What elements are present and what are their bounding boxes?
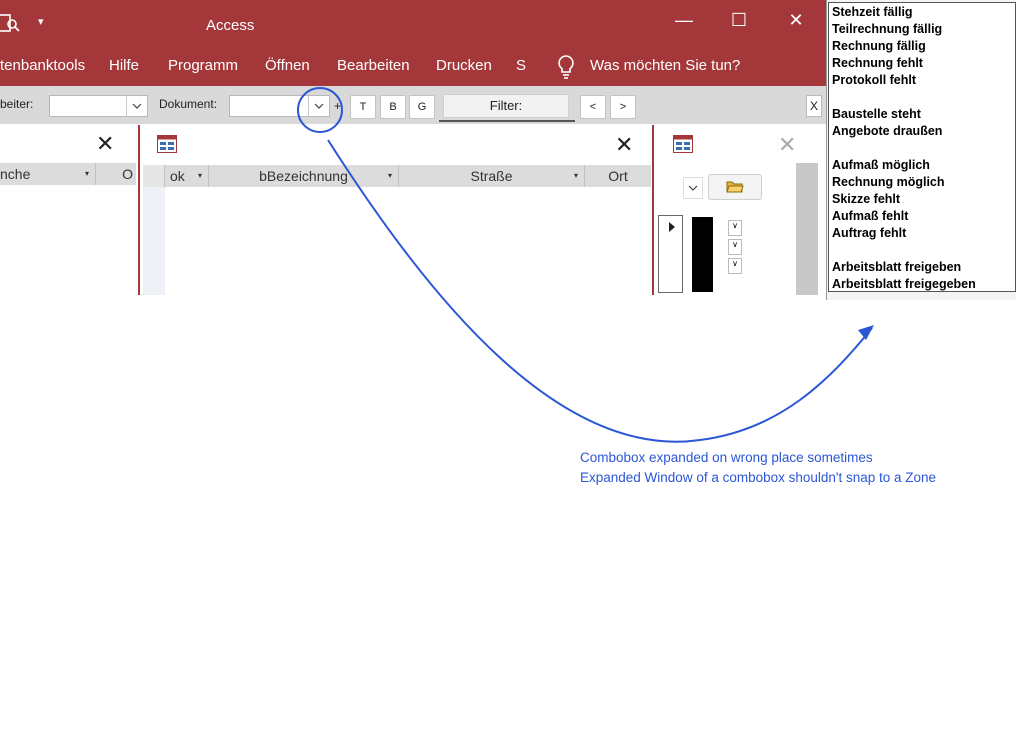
annotation-arrow (327, 139, 873, 443)
annotation-overlay (297, 87, 874, 443)
arrowhead-icon (858, 325, 874, 340)
annotation-line-2: Expanded Window of a combobox shouldn't … (580, 470, 937, 485)
highlight-circle (297, 87, 343, 133)
annotation-line-1: Combobox expanded on wrong place sometim… (580, 450, 873, 465)
